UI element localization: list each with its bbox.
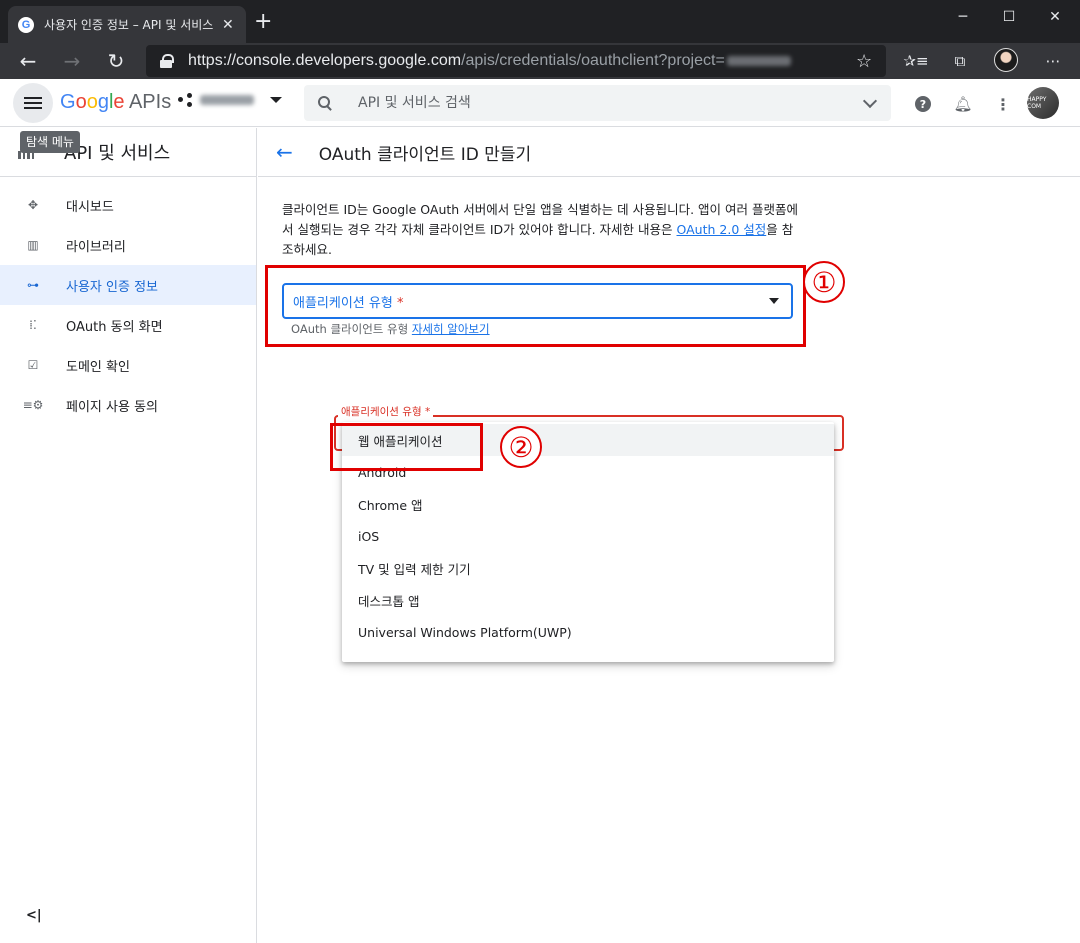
sidebar-item-label: 페이지 사용 동의 [66,399,158,415]
page-title: OAuth 클라이언트 ID 만들기 [318,144,532,165]
reload-icon[interactable]: ↻ [102,47,130,75]
annotation-number-2: ② [500,426,542,468]
application-type-floating-label: 애플리케이션 유형 * [338,404,434,419]
google-apis-logo[interactable]: Google APIs [60,91,171,114]
search-expand-icon[interactable] [862,93,878,109]
page-header: ← OAuth 클라이언트 ID 만들기 [258,128,1080,177]
favorite-star-icon[interactable]: ☆ [856,51,872,72]
library-icon: ▥ [27,238,39,252]
sidebar-item-domain-verification[interactable]: ☑ 도메인 확인 [0,345,256,385]
annotation-box-1 [265,265,806,347]
address-bar[interactable]: https://console.developers.google.com/ap… [146,45,886,77]
project-selector[interactable] [178,93,282,107]
project-icon [178,93,194,107]
browser-toolbar: ← → ↻ https://console.developers.google.… [0,43,1080,79]
search-input[interactable] [358,95,838,111]
description: 클라이언트 ID는 Google OAuth 서버에서 단일 앱을 식별하는 데… [282,202,798,257]
sidebar-item-label: OAuth 동의 화면 [66,319,163,335]
option-ios[interactable]: iOS [342,520,834,552]
lock-icon [160,54,174,68]
maximize-icon[interactable]: ☐ [986,4,1032,30]
more-options-icon[interactable]: ⋮ [992,93,1014,115]
browser-tab[interactable]: G 사용자 인증 정보 – API 및 서비스 ✕ [8,6,246,43]
sidebar-item-credentials[interactable]: ⊶ 사용자 인증 정보 [0,265,256,305]
annotation-number-1: ① [803,261,845,303]
sidebar: API 및 서비스 ✥ 대시보드 ▥ 라이브러리 ⊶ 사용자 인증 정보 ⁞⁚ … [0,128,257,943]
forward-icon[interactable]: → [58,47,86,75]
dashboard-icon: ✥ [27,198,39,212]
url-host: https://console.developers.google.com [188,52,462,69]
help-icon[interactable]: ? [912,93,934,115]
sidebar-item-oauth-consent[interactable]: ⁞⁚ OAuth 동의 화면 [0,305,256,345]
key-icon: ⊶ [27,278,39,292]
new-tab-icon[interactable]: + [254,10,272,34]
back-icon[interactable]: ← [14,47,42,75]
browser-menu-icon[interactable]: ⋯ [1040,49,1066,73]
sidebar-item-library[interactable]: ▥ 라이브러리 [0,225,256,265]
notifications-bell-icon[interactable]: 🔔︎ [952,93,974,115]
option-desktop-app[interactable]: 데스크톱 앱 [342,584,834,616]
account-avatar[interactable]: HAPPY COM [1027,87,1059,119]
chevron-down-icon [270,97,282,103]
sidebar-nav: ✥ 대시보드 ▥ 라이브러리 ⊶ 사용자 인증 정보 ⁞⁚ OAuth 동의 화… [0,177,256,425]
browser-title-bar: G 사용자 인증 정보 – API 및 서비스 ✕ + ─ ☐ ✕ [0,0,1080,43]
collapse-sidebar-icon[interactable]: <| [26,908,42,923]
url-redacted [726,55,791,66]
hamburger-menu-icon[interactable] [13,83,53,123]
option-tv-limited-input[interactable]: TV 및 입력 제한 기기 [342,552,834,584]
sidebar-item-label: 라이브러리 [66,239,126,255]
main-content: ← OAuth 클라이언트 ID 만들기 클라이언트 ID는 Google OA… [258,128,1080,943]
favorites-list-icon[interactable]: ✰≡ [903,49,929,73]
page-settings-icon: ≡⚙ [22,398,44,412]
sidebar-item-label: 도메인 확인 [66,359,130,375]
option-chrome-app[interactable]: Chrome 앱 [342,488,834,520]
profile-avatar[interactable] [994,48,1018,72]
sidebar-item-label: 대시보드 [66,199,114,215]
app-header: Google APIs ? 🔔︎ ⋮ HAPPY COM [0,79,1080,127]
oauth-settings-link[interactable]: OAuth 2.0 설정 [677,222,767,237]
close-window-icon[interactable]: ✕ [1032,4,1078,30]
search-icon [318,96,332,110]
google-favicon-icon: G [18,16,34,33]
sidebar-item-dashboard[interactable]: ✥ 대시보드 [0,185,256,225]
back-arrow-icon[interactable]: ← [276,140,293,164]
option-uwp[interactable]: Universal Windows Platform(UWP) [342,616,834,648]
sidebar-item-page-usage-agreements[interactable]: ≡⚙ 페이지 사용 동의 [0,385,256,425]
collections-icon[interactable]: ⧉ [947,49,973,73]
url-text: https://console.developers.google.com/ap… [188,52,791,70]
menu-tooltip: 탐색 메뉴 [20,131,80,153]
annotation-box-2 [330,423,483,471]
minimize-icon[interactable]: ─ [940,4,986,30]
tab-close-icon[interactable]: ✕ [222,17,234,33]
sidebar-item-label: 사용자 인증 정보 [66,279,158,295]
tab-title: 사용자 인증 정보 – API 및 서비스 [44,18,214,32]
url-path: /apis/credentials/oauthclient?project= [461,52,725,69]
search-bar[interactable] [304,85,891,121]
consent-icon: ⁞⁚ [29,318,37,332]
domain-check-icon: ☑ [27,358,39,372]
project-name-redacted [200,95,254,105]
